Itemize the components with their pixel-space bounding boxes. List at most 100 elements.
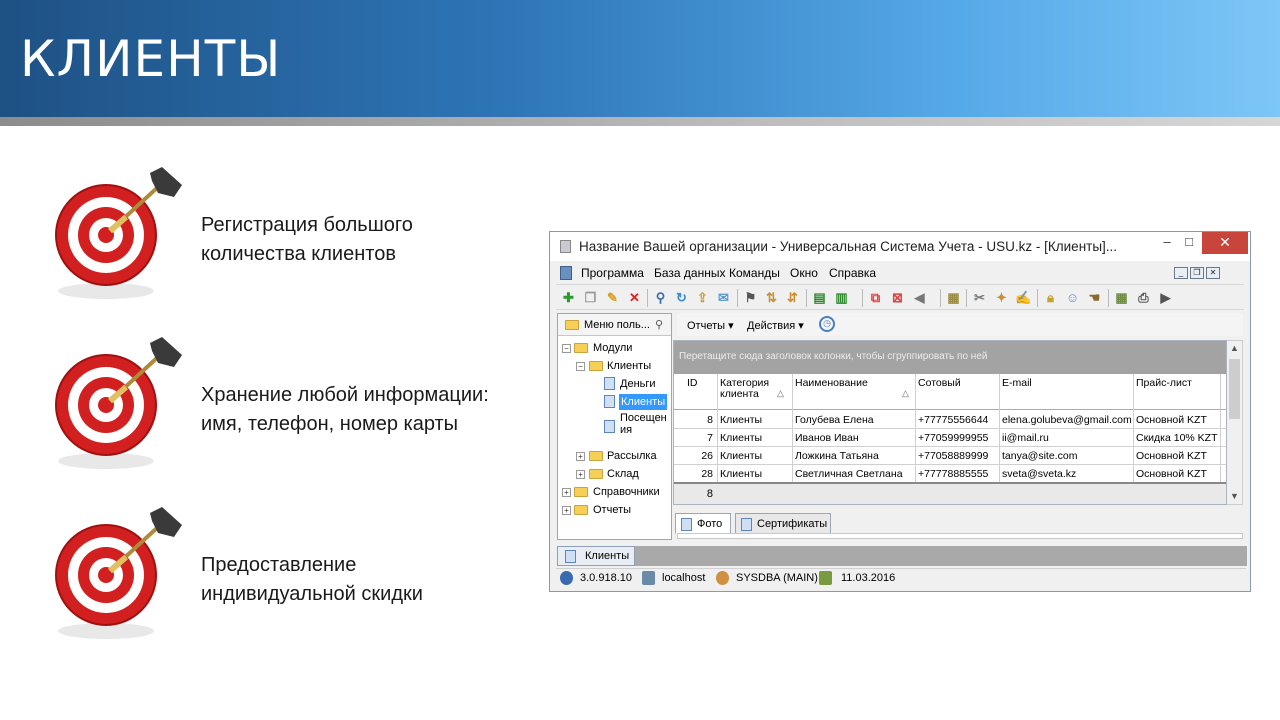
menu-window[interactable]: Окно — [790, 266, 818, 280]
excel-export-icon[interactable]: ▤ — [811, 289, 828, 306]
excel-import-icon[interactable]: ▥ — [833, 289, 850, 306]
column-header-phone[interactable]: Сотовый — [918, 378, 961, 389]
folder-icon — [574, 505, 588, 515]
scroll-up-icon[interactable]: ▲ — [1230, 343, 1239, 353]
sort-icon: △ — [777, 388, 784, 398]
cell-price: Основной KZT — [1136, 468, 1207, 480]
bullet-text: Предоставление индивидуальной скидки — [201, 551, 561, 609]
header-text: ID — [687, 377, 698, 389]
user-icon — [716, 571, 729, 585]
bullet-line: количества клиентов — [201, 243, 396, 265]
document-icon — [565, 550, 576, 563]
menu-help[interactable]: Справка — [829, 266, 876, 280]
scroll-thumb[interactable] — [1229, 359, 1240, 419]
cell-phone: +77775556644 — [918, 414, 989, 426]
cell-category: Клиенты — [720, 468, 763, 480]
scroll-down-icon[interactable]: ▼ — [1230, 491, 1239, 501]
expand-icon[interactable]: + — [562, 506, 571, 515]
group-by-area[interactable]: Перетащите сюда заголовок колонки, чтобы… — [674, 341, 1226, 374]
mdi-minimize-icon[interactable]: _ — [1174, 267, 1188, 279]
menu-database[interactable]: База данных — [654, 266, 725, 280]
print-icon[interactable]: ⎙ — [1135, 289, 1152, 306]
tab-label: Фото — [697, 518, 723, 530]
column-header-id[interactable]: ID — [687, 378, 698, 389]
hand-icon[interactable]: ☚ — [1086, 289, 1103, 306]
sort-desc-icon[interactable]: ⇵ — [784, 289, 801, 306]
menu-bar: Программа База данных Команды Окно Справ… — [556, 263, 1244, 283]
edit-icon[interactable]: ✎ — [604, 289, 621, 306]
comment-icon[interactable]: ✉ — [715, 289, 732, 306]
target-dart-icon — [55, 167, 182, 299]
menu-commands[interactable]: Команды — [729, 266, 780, 280]
bullet-text: Регистрация большого количества клиентов — [201, 211, 561, 269]
close-button[interactable]: ✕ — [1202, 232, 1248, 254]
expand-icon[interactable]: + — [576, 452, 585, 461]
document-icon — [604, 395, 615, 408]
document-icon — [604, 420, 615, 433]
sort-asc-icon[interactable]: ⇅ — [763, 289, 780, 306]
window-titlebar[interactable]: Название Вашей организации - Универсальн… — [550, 232, 1250, 261]
column-header-name[interactable]: Наименование — [795, 378, 868, 389]
cell-id: 28 — [701, 468, 713, 480]
reports-dropdown[interactable]: Отчеты ▾ — [687, 319, 734, 332]
open-window-icon[interactable]: ⧉ — [867, 289, 884, 306]
collapse-icon[interactable]: − — [562, 344, 571, 353]
menu-panel: Меню поль... ⚲ − Модули − Клиенты Деньги — [557, 313, 672, 540]
actions-dropdown[interactable]: Действия ▾ — [747, 319, 804, 332]
sound-icon[interactable]: ◀ — [911, 289, 928, 306]
grid-footer: 8 — [674, 482, 1226, 504]
slide-title: КЛИЕНТЫ — [20, 30, 282, 88]
tree-label-selected: Клиенты — [619, 394, 668, 410]
mdi-restore-icon[interactable]: ❐ — [1190, 267, 1204, 279]
edit-doc-icon[interactable]: ✍ — [1015, 289, 1032, 306]
cell-name: Голубева Елена — [795, 414, 874, 426]
table-row[interactable]: 26 Клиенты Ложкина Татьяна +77058889999 … — [674, 447, 1226, 465]
mdi-close-icon[interactable]: ✕ — [1206, 267, 1220, 279]
tree-label: Посещен — [620, 412, 667, 424]
column-header-category[interactable]: Категория клиента — [720, 378, 769, 400]
table-row[interactable]: 8 Клиенты Голубева Елена +77775556644 el… — [674, 411, 1226, 429]
collapse-icon[interactable]: − — [576, 362, 585, 371]
folder-icon — [574, 487, 588, 497]
expand-icon[interactable]: + — [576, 470, 585, 479]
copy-icon[interactable]: ❐ — [582, 289, 599, 306]
calendar-icon[interactable]: ▦ — [945, 289, 962, 306]
play-icon[interactable]: ▶ — [1157, 289, 1174, 306]
filter-icon[interactable]: ⚑ — [742, 289, 759, 306]
tree-label: Рассылка — [607, 450, 657, 462]
server-icon — [642, 571, 655, 585]
users-icon[interactable]: ☺ — [1064, 289, 1081, 306]
bullet-registration: Регистрация большого количества клиентов — [50, 167, 550, 307]
cell-phone: +77058889999 — [918, 450, 989, 462]
tree-label: ия — [620, 424, 633, 436]
tab-photo[interactable]: Фото — [675, 513, 731, 534]
folder-icon — [574, 343, 588, 353]
column-header-email[interactable]: E-mail — [1002, 378, 1032, 389]
pin-icon[interactable]: ⚲ — [655, 318, 663, 331]
clock-icon[interactable]: ◷ — [819, 316, 835, 332]
lock-icon[interactable]: 🔒︎ — [1042, 289, 1059, 306]
maximize-button[interactable]: □ — [1176, 232, 1202, 254]
tools-icon[interactable]: ✂ — [971, 289, 988, 306]
menu-program[interactable]: Программа — [581, 266, 644, 280]
bullet-discount: Предоставление индивидуальной скидки — [50, 507, 550, 647]
delete-icon[interactable]: ✕ — [626, 289, 643, 306]
menu-panel-header[interactable]: Меню поль... ⚲ — [558, 314, 671, 336]
expand-icon[interactable]: + — [562, 488, 571, 497]
tab-certificates[interactable]: Сертификаты — [735, 513, 831, 534]
table-icon[interactable]: ▦ — [1113, 289, 1130, 306]
add-icon[interactable]: ✚ — [560, 289, 577, 306]
status-version: 3.0.918.10 — [580, 572, 632, 584]
window-tab-clients[interactable]: Клиенты — [557, 546, 635, 566]
search-icon[interactable]: ⚲ — [652, 289, 669, 306]
export-icon[interactable]: ⇪ — [694, 289, 711, 306]
header-text: Сотовый — [918, 377, 961, 389]
table-row[interactable]: 7 Клиенты Иванов Иван +77059999955 ii@ma… — [674, 429, 1226, 447]
grid-scrollbar[interactable]: ▲ ▼ — [1227, 340, 1243, 505]
magic-icon[interactable]: ✦ — [993, 289, 1010, 306]
column-header-price[interactable]: Прайс-лист — [1136, 378, 1192, 389]
refresh-icon[interactable]: ↻ — [673, 289, 690, 306]
table-row[interactable]: 28 Клиенты Светличная Светлана +77778885… — [674, 465, 1226, 483]
close-window-icon[interactable]: ⊠ — [889, 289, 906, 306]
toolbar-separator — [737, 289, 738, 307]
